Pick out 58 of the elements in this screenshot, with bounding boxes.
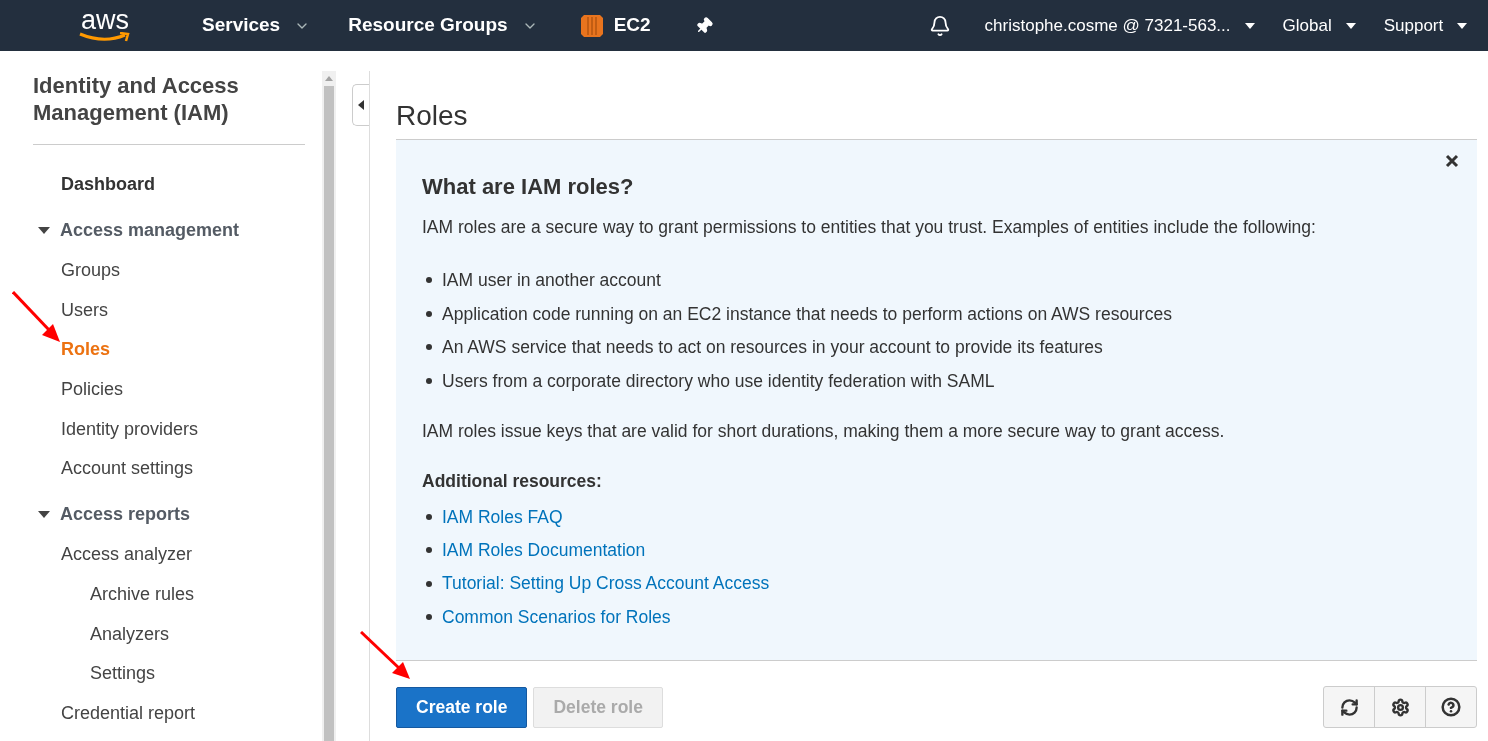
info-text: IAM roles are a secure way to grant permissions to entities that you trust. Examples of entities include the following:: [422, 216, 1317, 239]
nav-link[interactable]: Dashboard: [61, 171, 156, 199]
refresh-icon: [1339, 697, 1359, 717]
info-text: IAM roles issue keys that are valid for short durations, making them a more secure way to grant access.: [422, 419, 1226, 443]
close-button[interactable]: [1443, 152, 1461, 170]
bullet-icon: [426, 310, 432, 317]
resource-link[interactable]: Common Scenarios for Roles: [442, 603, 671, 631]
resources-label: Additional resources:: [422, 469, 603, 493]
server-icon: [579, 12, 604, 39]
resource-link[interactable]: Tutorial: Setting Up Cross Account Access: [442, 570, 770, 597]
info-heading: What are IAM roles?: [422, 173, 635, 201]
section-heading[interactable]: Access management: [60, 217, 240, 245]
caret-icon: [1345, 22, 1356, 29]
nav-menu-button[interactable]: Resource Groups: [348, 11, 538, 40]
bullet-icon: [426, 377, 432, 384]
nav-link[interactable]: Access analyzer: [61, 541, 193, 569]
nav-link[interactable]: Archive rules: [90, 580, 195, 608]
bullet-icon: [426, 580, 432, 587]
nav-menu-button[interactable]: Services: [202, 11, 311, 40]
help-icon: [1441, 697, 1461, 717]
service-link[interactable]: EC2: [613, 11, 651, 40]
caret-icon: [1457, 22, 1468, 29]
triangle-left-icon: [358, 100, 364, 110]
nav-menu-button[interactable]: Support: [1383, 12, 1468, 39]
nav-link[interactable]: Groups: [61, 257, 121, 285]
resource-link[interactable]: IAM Roles Documentation: [442, 537, 646, 564]
nav-link[interactable]: Account settings: [61, 455, 194, 483]
scrollbar[interactable]: [322, 71, 336, 741]
nav-link[interactable]: Credential report: [61, 699, 196, 727]
bullet-text: An AWS service that needs to act on resources in your account to provide its features: [442, 336, 1103, 360]
settings-icon: [1390, 697, 1410, 717]
bullet-text: Application code running on an EC2 instance that needs to perform actions on AWS resources: [442, 302, 1172, 326]
arrow-drawing: [360, 631, 412, 681]
section-heading[interactable]: Access reports: [60, 501, 191, 529]
bullet-icon: [426, 513, 432, 520]
caret-icon: [1244, 22, 1255, 29]
nav-link[interactable]: Analyzers: [90, 620, 170, 648]
bullet-icon: [426, 614, 432, 620]
bell-icon[interactable]: [928, 14, 951, 37]
nav-link[interactable]: Settings: [90, 660, 156, 688]
close-icon: [1445, 154, 1459, 168]
nav-link[interactable]: Identity providers: [61, 415, 199, 443]
nav-link[interactable]: Policies: [61, 376, 124, 404]
nav-menu-button[interactable]: Global: [1282, 12, 1356, 39]
arrow-drawing: [12, 291, 62, 343]
nav-link[interactable]: Users: [61, 296, 108, 324]
resource-link[interactable]: IAM Roles FAQ: [442, 503, 563, 530]
collapse-sidebar-button[interactable]: [352, 84, 369, 126]
nav-menu-button[interactable]: christophe.cosme @ 7321-563...: [984, 12, 1255, 39]
bullet-text: Users from a corporate directory who use identity federation with SAML: [442, 369, 995, 393]
smile-arrow-icon: [78, 32, 132, 43]
bullet-icon: [426, 277, 432, 284]
bullet-text: IAM user in another account: [442, 268, 661, 292]
logo-text[interactable]: aws: [81, 8, 129, 32]
action-button[interactable]: Create role: [396, 686, 528, 728]
bullet-icon: [426, 344, 432, 351]
bullet-icon: [426, 547, 432, 554]
sidebar-title: Identity and Access Management (IAM): [33, 72, 240, 126]
